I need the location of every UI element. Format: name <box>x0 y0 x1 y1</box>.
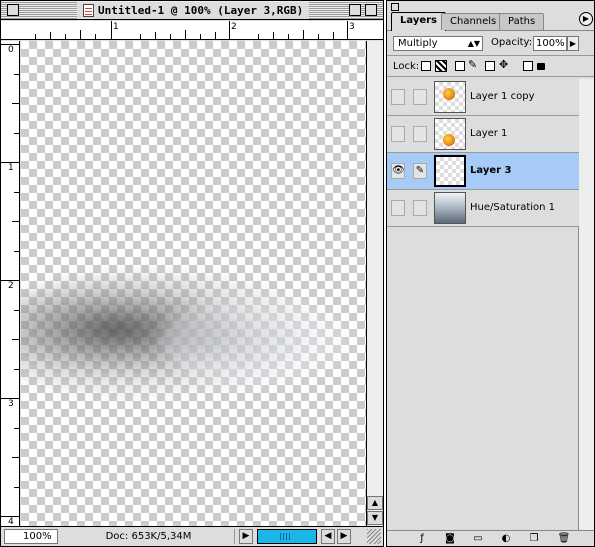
visibility-toggle[interactable] <box>391 200 405 216</box>
tab-channels[interactable]: Channels <box>441 13 506 30</box>
doc-size-info[interactable]: Doc: 653K/5,34M <box>63 529 235 544</box>
document-titlebar[interactable]: Untitled-1 @ 100% (Layer 3,RGB) <box>1 1 383 20</box>
scroll-left-arrow[interactable]: ◀ <box>321 529 335 544</box>
lock-image-checkbox[interactable] <box>455 61 465 71</box>
ruler-label: 1 <box>8 163 14 173</box>
document-icon <box>83 4 94 17</box>
lock-icon <box>537 63 545 70</box>
adjustment-thumbnail <box>434 192 466 224</box>
palette-menu-icon[interactable]: ▶ <box>579 12 593 26</box>
lock-all-checkbox[interactable] <box>523 61 533 71</box>
opacity-slider-arrow[interactable]: ▶ <box>567 36 579 51</box>
layer-row[interactable]: Hue/Saturation 1 <box>387 190 579 227</box>
layer-name: Layer 1 <box>470 128 508 139</box>
link-toggle[interactable] <box>413 126 427 142</box>
ruler-label: 3 <box>349 22 355 32</box>
lock-transparency-checkbox[interactable] <box>421 61 431 71</box>
ruler-label: 2 <box>8 281 14 291</box>
folder-icon[interactable]: ▭ <box>471 533 485 545</box>
layer-row[interactable]: Layer 1 <box>387 116 579 153</box>
scroll-thumb[interactable] <box>280 533 292 540</box>
ruler-label: 0 <box>8 45 14 55</box>
layer-name: Layer 3 <box>470 165 512 176</box>
layer-name: Hue/Saturation 1 <box>470 202 556 213</box>
visibility-toggle[interactable] <box>391 89 405 105</box>
eye-icon[interactable]: 👁 <box>391 163 405 179</box>
collapse-box[interactable] <box>365 4 377 16</box>
blend-mode-value: Multiply <box>398 38 438 49</box>
updown-arrow-icon: ▲▼ <box>467 39 480 48</box>
document-title: Untitled-1 @ 100% (Layer 3,RGB) <box>98 4 304 17</box>
resize-grip[interactable] <box>367 529 381 544</box>
horizontal-scrollbar[interactable] <box>257 529 317 544</box>
brush-icon[interactable]: ✎ <box>413 163 427 179</box>
ruler-vertical[interactable]: 0 1 2 3 4 <box>1 41 20 527</box>
star-thumbnail-icon <box>443 88 455 100</box>
zoom-box[interactable] <box>349 4 361 16</box>
ruler-label: 1 <box>113 22 119 32</box>
zoom-field[interactable]: 100% <box>4 529 58 544</box>
mask-icon[interactable]: ◙ <box>443 533 457 545</box>
new-layer-icon[interactable]: ❐ <box>527 533 541 545</box>
lock-row: Lock: ✎ ✥ <box>387 55 594 77</box>
star-thumbnail-icon <box>443 134 455 146</box>
layer-thumbnail <box>434 81 466 113</box>
layer-row[interactable]: Layer 1 copy <box>387 79 579 116</box>
adjustment-icon[interactable]: ◐ <box>499 533 513 545</box>
link-toggle[interactable] <box>413 89 427 105</box>
document-window: Untitled-1 @ 100% (Layer 3,RGB) 1 2 3 0 <box>0 0 384 547</box>
scroll-up-arrow[interactable]: ▲ <box>367 496 383 510</box>
ruler-label: 2 <box>231 22 237 32</box>
trash-icon[interactable]: 🗑 <box>557 533 571 545</box>
palette-close-box[interactable] <box>391 3 399 11</box>
scroll-down-arrow[interactable]: ▼ <box>367 511 383 525</box>
lock-position-checkbox[interactable] <box>485 61 495 71</box>
brush-icon: ✎ <box>468 58 478 71</box>
shadow-fade <box>161 296 351 386</box>
opacity-field[interactable]: 100% <box>533 36 567 51</box>
vertical-scrollbar[interactable]: ▲ ▼ <box>366 41 383 526</box>
ruler-label: 3 <box>8 399 14 409</box>
lock-label: Lock: <box>393 61 420 72</box>
document-canvas[interactable] <box>21 41 366 526</box>
tab-layers[interactable]: Layers <box>391 12 446 31</box>
layers-palette: Layers Channels Paths ▶ Multiply ▲▼ Opac… <box>386 0 595 547</box>
transparency-icon <box>435 60 447 72</box>
blend-mode-select[interactable]: Multiply ▲▼ <box>393 36 483 51</box>
status-menu-arrow[interactable]: ▶ <box>239 529 253 544</box>
layer-style-icon[interactable]: ƒ <box>415 533 429 545</box>
palette-scrollbar[interactable] <box>579 79 594 530</box>
layer-name: Layer 1 copy <box>470 91 535 102</box>
layer-row-selected[interactable]: 👁 ✎ Layer 3 <box>387 153 579 190</box>
link-toggle[interactable] <box>413 200 427 216</box>
tab-paths[interactable]: Paths <box>499 13 545 30</box>
move-icon: ✥ <box>499 58 509 71</box>
scroll-right-arrow[interactable]: ▶ <box>337 529 351 544</box>
opacity-label: Opacity: <box>491 37 533 48</box>
status-bar: 100% Doc: 653K/5,34M ▶ ◀ ▶ <box>1 526 383 546</box>
palette-tabs: Layers Channels Paths ▶ <box>387 1 594 31</box>
document-title-area: Untitled-1 @ 100% (Layer 3,RGB) <box>77 2 310 19</box>
visibility-toggle[interactable] <box>391 126 405 142</box>
layers-list: Layer 1 copy Layer 1 👁 ✎ Layer 3 Hue/Sat… <box>387 79 579 530</box>
layer-thumbnail <box>434 155 466 187</box>
close-box[interactable] <box>7 4 19 16</box>
palette-button-bar: ƒ ◙ ▭ ◐ ❐ 🗑 <box>387 530 594 546</box>
ruler-horizontal[interactable]: 1 2 3 <box>1 21 383 40</box>
layer-thumbnail <box>434 118 466 150</box>
